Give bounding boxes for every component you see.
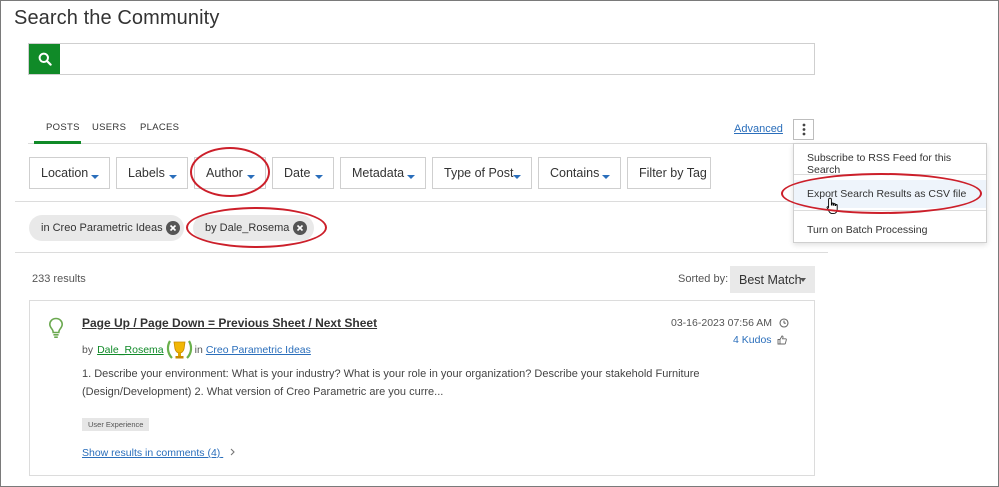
author-link[interactable]: Dale_Rosema	[97, 344, 164, 356]
filter-author-button[interactable]: Author	[194, 157, 266, 189]
tab-posts[interactable]: POSTS	[46, 122, 80, 133]
thumbs-up-icon	[777, 335, 787, 345]
chevron-down-icon	[407, 175, 415, 179]
search-result-card: Page Up / Page Down = Previous Sheet / N…	[29, 300, 815, 476]
vertical-dots-icon	[802, 123, 805, 136]
chevron-down-icon	[169, 175, 177, 179]
rank-badge-icon	[166, 340, 192, 359]
chevron-down-icon	[513, 175, 521, 179]
filter-label: Type of Post	[444, 166, 514, 180]
advanced-link[interactable]: Advanced	[734, 123, 783, 135]
results-count: 233 results	[32, 273, 86, 285]
filter-labels-button[interactable]: Labels	[116, 157, 188, 189]
filter-by-tag-button[interactable]: Filter by Tag	[627, 157, 711, 189]
result-byline: by Dale_Rosema in Creo Parametric Ideas	[82, 338, 311, 362]
chevron-down-icon	[247, 175, 255, 179]
hand-pointer-cursor-icon	[826, 197, 838, 215]
lightbulb-icon	[48, 317, 64, 339]
filter-chip-place: in Creo Parametric Ideas	[29, 215, 184, 241]
search-button[interactable]	[29, 44, 60, 74]
filter-label: Date	[284, 166, 311, 180]
tab-active-indicator	[34, 141, 81, 144]
sort-value: Best Match	[739, 272, 802, 287]
filter-metadata-button[interactable]: Metadata	[340, 157, 426, 189]
filter-label: Location	[41, 166, 89, 180]
filters-divider	[15, 201, 815, 202]
caret-down-icon	[800, 278, 806, 282]
sort-dropdown[interactable]: Best Match	[730, 266, 815, 293]
filter-type-of-post-button[interactable]: Type of Post	[432, 157, 532, 189]
search-icon	[38, 52, 52, 66]
filter-date-button[interactable]: Date	[272, 157, 334, 189]
menu-item-export-csv[interactable]: Export Search Results as CSV file	[794, 180, 986, 208]
by-prefix: by	[82, 344, 94, 356]
menu-divider	[794, 174, 986, 175]
kudos-button[interactable]: 4 Kudos	[733, 334, 787, 346]
chevron-down-icon	[91, 175, 99, 179]
chips-divider	[15, 252, 828, 253]
tab-places[interactable]: PLACES	[140, 122, 179, 133]
chevron-down-icon	[315, 175, 323, 179]
chip-label: by Dale_Rosema	[205, 222, 290, 234]
chip-label: in Creo Parametric Ideas	[41, 222, 163, 234]
close-icon	[169, 224, 177, 232]
place-link[interactable]: Creo Parametric Ideas	[206, 344, 311, 356]
clock-icon	[779, 318, 789, 328]
kudos-count: 4 Kudos	[733, 334, 772, 346]
search-input[interactable]	[61, 44, 813, 74]
result-date-text: 03-16-2023 07:56 AM	[671, 317, 772, 329]
result-title-link[interactable]: Page Up / Page Down = Previous Sheet / N…	[82, 316, 377, 330]
filter-location-button[interactable]: Location	[29, 157, 110, 189]
show-comments-link[interactable]: Show results in comments (4)	[82, 447, 235, 459]
filter-label: Author	[206, 166, 243, 180]
close-icon	[296, 224, 304, 232]
filter-chip-author: by Dale_Rosema	[193, 215, 314, 241]
filter-label: Contains	[550, 166, 600, 180]
remove-chip-button[interactable]	[166, 221, 180, 235]
filter-label: Filter by Tag	[639, 166, 707, 180]
result-snippet: 1. Describe your environment: What is yo…	[82, 368, 700, 398]
menu-item-batch-processing[interactable]: Turn on Batch Processing	[794, 224, 986, 236]
menu-divider	[794, 210, 986, 211]
filter-label: Metadata	[352, 166, 405, 180]
chevron-down-icon	[602, 175, 610, 179]
result-tag[interactable]: User Experience	[82, 418, 150, 431]
page-title: Search the Community	[14, 7, 220, 29]
menu-item-subscribe-rss[interactable]: Subscribe to RSS Feed for this Search	[794, 152, 986, 176]
filter-contains-button[interactable]: Contains	[538, 157, 621, 189]
tabs-divider	[28, 143, 815, 144]
comments-link-text: Show results in comments (4)	[82, 447, 221, 459]
options-dropdown-menu: Subscribe to RSS Feed for this Search Ex…	[793, 143, 987, 243]
in-prefix: in	[194, 344, 203, 356]
more-options-button[interactable]	[793, 119, 814, 140]
chevron-right-icon	[230, 448, 235, 456]
filter-label: Labels	[128, 166, 165, 180]
sorted-by-label: Sorted by:	[678, 273, 729, 285]
search-bar	[28, 43, 815, 75]
tab-users[interactable]: USERS	[92, 122, 126, 133]
result-date: 03-16-2023 07:56 AM	[671, 317, 789, 329]
remove-chip-button[interactable]	[293, 221, 307, 235]
